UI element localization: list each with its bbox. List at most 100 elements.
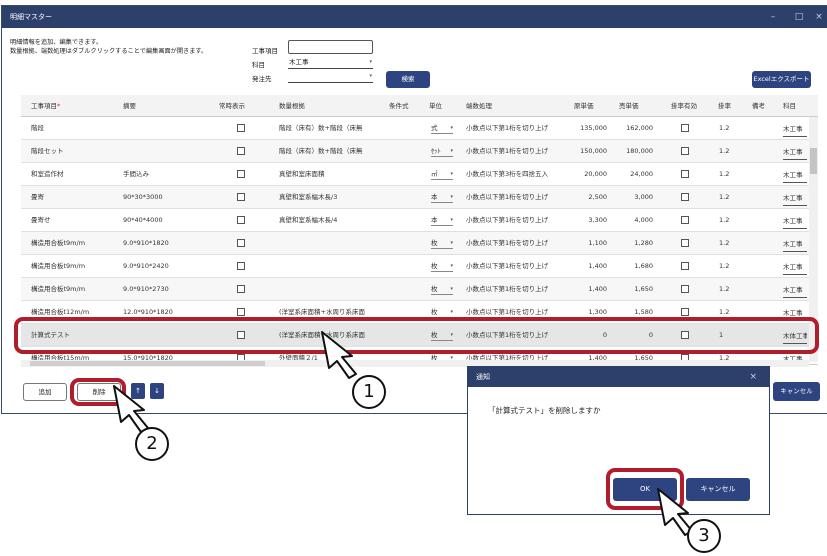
cell-suryo[interactable]: 階段（床有）数+階段（床無 xyxy=(279,117,377,140)
cell-kamoku[interactable]: 木工事 xyxy=(783,282,807,298)
kakeritsu-checkbox[interactable] xyxy=(681,216,689,224)
joji-checkbox[interactable] xyxy=(237,193,245,201)
kakeritsu-checkbox[interactable] xyxy=(681,147,689,155)
cancel-button[interactable]: キャンセル xyxy=(773,382,820,401)
cell-hasu[interactable]: 小数点以下第1桁を切り上げ xyxy=(466,140,562,163)
col-joji[interactable]: 常時表示 xyxy=(219,95,245,117)
cell-hasu[interactable]: 小数点以下第3桁を四捨五入 xyxy=(466,163,562,186)
joji-checkbox[interactable] xyxy=(237,262,245,270)
maximize-button[interactable]: □ xyxy=(788,6,810,28)
kakeritsu-checkbox[interactable] xyxy=(681,239,689,247)
excel-export-button[interactable]: Excelエクスポート xyxy=(752,71,811,88)
minimize-button[interactable]: – xyxy=(762,6,784,28)
cell-hasu[interactable]: 小数点以下第1桁を切り上げ xyxy=(466,278,562,301)
kakeritsu-checkbox[interactable] xyxy=(681,193,689,201)
joji-checkbox[interactable] xyxy=(237,285,245,293)
cell-suryo[interactable] xyxy=(279,255,377,278)
cell-kamoku[interactable]: 木工事 xyxy=(783,259,807,275)
col-kakeritsu-yuko[interactable]: 掛率有効 xyxy=(671,95,697,117)
cell-suryo[interactable]: 真壁和室系幅木長/4 xyxy=(279,209,377,232)
close-icon[interactable]: × xyxy=(749,367,757,387)
col-hasu[interactable]: 端数処理 xyxy=(466,95,492,117)
cell-hasu[interactable]: 小数点以下第1桁を切り上げ xyxy=(466,232,562,255)
table-row[interactable]: 構造用合板t9m/m 9.0*910*1820 枚 ▾ 小数点以下第1桁を切り上げ 1,1… xyxy=(21,232,818,255)
kakeritsu-checkbox[interactable] xyxy=(681,170,689,178)
cell-suryo[interactable]: 階段（床有）数+階段（床無 xyxy=(279,140,377,163)
cell-suryo[interactable] xyxy=(279,232,377,255)
cell-suryo[interactable] xyxy=(279,278,377,301)
unit-select[interactable]: ｾｯﾄ ▾ xyxy=(431,147,453,157)
col-genka[interactable]: 原単価 xyxy=(574,95,594,117)
kakeritsu-checkbox[interactable] xyxy=(681,308,689,316)
search-button[interactable]: 検索 xyxy=(386,71,430,88)
cell-kamoku[interactable]: 木工事 xyxy=(783,121,807,137)
cell-kamoku[interactable]: 木工事 xyxy=(783,190,807,206)
cell-baika: 4,000 xyxy=(634,216,653,224)
cell-hasu[interactable]: 小数点以下第1桁を切り上げ xyxy=(466,186,562,209)
kakeritsu-checkbox[interactable] xyxy=(681,124,689,132)
table-row[interactable]: 和室造作材 手間込み 真壁和室床面積㎡ ▾ 小数点以下第3桁を四捨五入 20,000 24,… xyxy=(21,163,818,186)
unit-select[interactable]: 枚 ▾ xyxy=(431,262,453,272)
table-row[interactable]: 階段 階段（床有）数+階段（床無式 ▾ 小数点以下第1桁を切り上げ 135,000 162… xyxy=(21,117,818,140)
cell-suryo[interactable]: 真壁和室系幅木長/3 xyxy=(279,186,377,209)
cell-suryo[interactable]: 真壁和室床面積 xyxy=(279,163,377,186)
window-titlebar: 明細マスター xyxy=(2,6,827,28)
joji-checkbox[interactable] xyxy=(237,124,245,132)
col-tani[interactable]: 単位 xyxy=(429,95,442,117)
dialog-title: 通知 xyxy=(468,367,769,387)
unit-value: 枚 xyxy=(431,239,438,247)
col-kakeritsu[interactable]: 掛率 xyxy=(718,95,731,117)
col-tekiyo[interactable]: 摘要 xyxy=(123,95,136,117)
col-suryo[interactable]: 数量根拠 xyxy=(279,95,305,117)
joji-checkbox[interactable] xyxy=(237,216,245,224)
hacchusaki-select[interactable]: ▾ xyxy=(288,71,373,83)
cell-koji: 構造用合板t9m/m xyxy=(31,285,86,293)
table-row[interactable]: 畳寄せ 90*40*4000 真壁和室系幅木長/4 本 ▾ 小数点以下第1桁を切り上げ 3,… xyxy=(21,209,818,232)
cell-genka: 135,000 xyxy=(580,124,607,132)
kakeritsu-checkbox[interactable] xyxy=(681,262,689,270)
cell-hasu[interactable]: 小数点以下第1桁を切り上げ xyxy=(466,255,562,278)
cell-baika: 3,000 xyxy=(634,193,653,201)
unit-select[interactable]: 枚 ▾ xyxy=(431,285,453,295)
close-button[interactable]: × xyxy=(812,6,826,28)
cell-tekiyo: 9.0*910*2420 xyxy=(123,262,169,270)
joji-checkbox[interactable] xyxy=(237,308,245,316)
col-biko[interactable]: 備考 xyxy=(752,95,765,117)
step-number: 3 xyxy=(687,519,721,553)
kamoku-select[interactable]: 木工事 ▾ xyxy=(288,57,373,69)
cell-kamoku[interactable]: 木工事 xyxy=(783,213,807,229)
cell-hasu[interactable]: 小数点以下第1桁を切り上げ xyxy=(466,209,562,232)
table-row[interactable]: 構造用合板t9m/m 9.0*910*2420 枚 ▾ 小数点以下第1桁を切り上げ 1,4… xyxy=(21,255,818,278)
col-koji[interactable]: 工事項目* xyxy=(31,95,60,117)
unit-value: 枚 xyxy=(431,285,438,293)
unit-value: 式 xyxy=(431,124,438,132)
cell-koji: 階段セット xyxy=(31,147,64,155)
cell-kamoku[interactable]: 木工事 xyxy=(783,167,807,183)
col-kamoku[interactable]: 科目 xyxy=(783,95,796,117)
cell-hasu[interactable]: 小数点以下第1桁を切り上げ xyxy=(466,117,562,140)
col-koji-label: 工事項目 xyxy=(31,102,57,110)
col-baika[interactable]: 売単価 xyxy=(619,95,639,117)
unit-select[interactable]: ㎡ ▾ xyxy=(431,170,453,180)
unit-select[interactable]: 本 ▾ xyxy=(431,193,453,203)
vertical-scroll-thumb[interactable] xyxy=(810,148,817,174)
table-row[interactable]: 畳寄 90*30*3000 真壁和室系幅木長/3 本 ▾ 小数点以下第1桁を切り上げ 2,5… xyxy=(21,186,818,209)
table-row[interactable]: 階段セット 階段（床有）数+階段（床無 ｾｯﾄ ▾ 小数点以下第1桁を切り上げ 150,0… xyxy=(21,140,818,163)
chevron-down-icon: ▾ xyxy=(450,217,453,223)
unit-select[interactable]: 枚 ▾ xyxy=(431,239,453,249)
horizontal-scroll-thumb[interactable] xyxy=(30,361,265,366)
unit-select[interactable]: 式 ▾ xyxy=(431,124,453,134)
cell-kamoku[interactable]: 木工事 xyxy=(783,236,807,252)
joji-checkbox[interactable] xyxy=(237,170,245,178)
add-button[interactable]: 追加 xyxy=(23,383,67,401)
chevron-down-icon: ▾ xyxy=(369,59,372,65)
col-joken[interactable]: 条件式 xyxy=(389,95,409,117)
table-row[interactable]: 構造用合板t9m/m 9.0*910*2730 枚 ▾ 小数点以下第1桁を切り上げ 1,4… xyxy=(21,278,818,301)
koji-input[interactable] xyxy=(288,40,373,54)
joji-checkbox[interactable] xyxy=(237,239,245,247)
unit-select[interactable]: 本 ▾ xyxy=(431,216,453,226)
cell-kamoku[interactable]: 木工事 xyxy=(783,144,807,160)
kakeritsu-checkbox[interactable] xyxy=(681,285,689,293)
cell-tekiyo xyxy=(123,140,207,163)
joji-checkbox[interactable] xyxy=(237,147,245,155)
